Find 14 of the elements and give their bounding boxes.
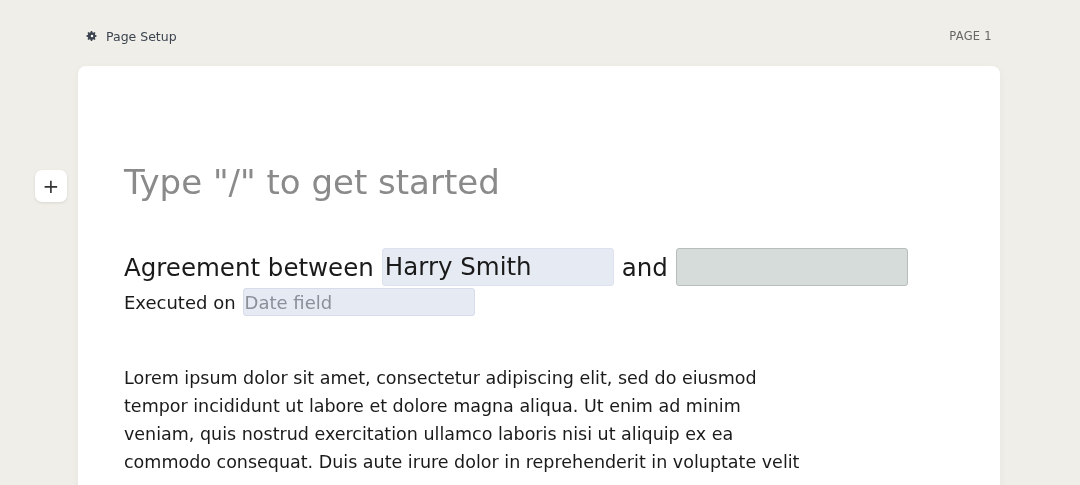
body-text-line: commodo consequat. Duis aute irure dolor in reprehenderit in voluptate velit [124,451,800,474]
body-text-line: veniam, quis nostrud exercitation ullamco laboris nisi ut aliquip ex ea [124,423,734,446]
name-field[interactable]: Harry Smith [381,248,614,286]
page-setup-button[interactable]: Page Setup [86,28,177,44]
and-text: and [621,252,668,282]
body-text-line: Lorem ipsum dolor sit amet, consectetur adipiscing elit, sed do eiusmod [124,367,757,390]
date-field[interactable]: Date field [242,288,475,316]
agreement-text: Agreement between [124,252,374,282]
page-number: PAGE 1 [949,29,992,43]
executed-label: Executed on [124,291,236,313]
name-field[interactable] [675,248,908,286]
settings-icon [86,30,98,42]
body-text-line: tempor incididunt ut labore et dolore magna aliqua. Ut enim ad minim [124,395,741,418]
add-block-button[interactable]: + [35,170,67,202]
